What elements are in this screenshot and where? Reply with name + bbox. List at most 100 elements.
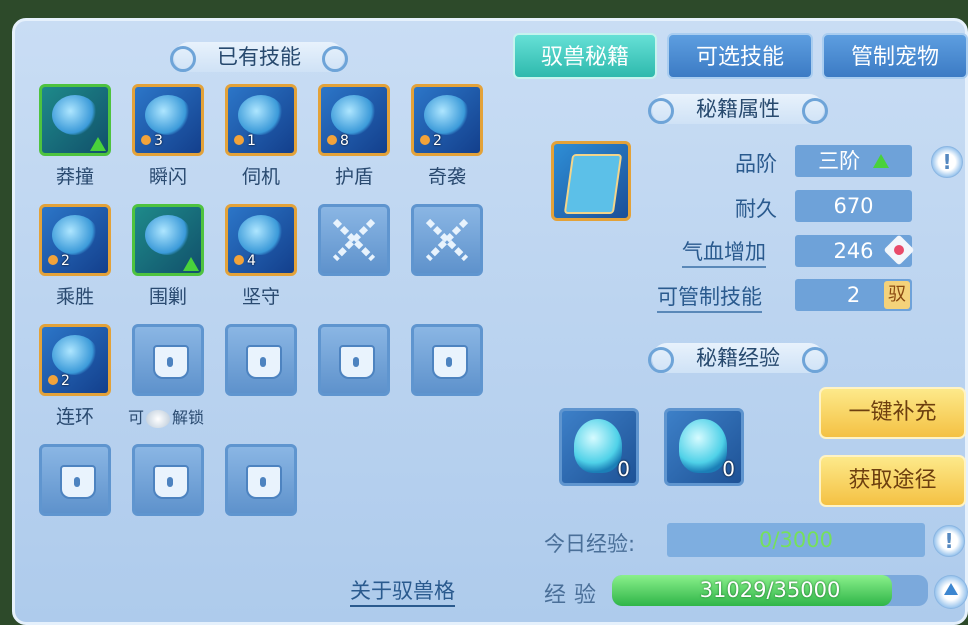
rank-value-box: 三阶 (795, 145, 912, 177)
locked-slot[interactable] (225, 444, 297, 516)
skill-emblem-icon (424, 95, 470, 135)
chain-lock-icon (332, 218, 376, 262)
tab-controlled-pets[interactable]: 管制宠物 (822, 33, 968, 79)
skill-emblem-icon (331, 95, 377, 135)
skill-slot[interactable]: 2 (39, 324, 111, 396)
skill-level-count: 2 (433, 133, 442, 149)
skill-count-badge: 2 (48, 250, 70, 269)
locked-slot[interactable] (411, 324, 483, 396)
skill-count-badge: 8 (327, 130, 349, 149)
owned-skills-title: 已有技能 (217, 45, 301, 69)
book-exp-title: 秘籍经验 (696, 346, 780, 370)
skill-emblem-icon (145, 95, 191, 135)
skill-slot[interactable]: 2 (411, 84, 483, 156)
hp-bonus-value: 246 (833, 239, 874, 263)
tab-optional-skills-label: 可选技能 (695, 45, 784, 70)
skill-name: 伺机 (241, 166, 280, 188)
skill-count-badge: 1 (234, 130, 256, 149)
control-badge-icon: 驭 (884, 281, 910, 309)
rank-value: 三阶 (818, 149, 861, 173)
skill-level-count: 3 (154, 133, 163, 149)
skill-name: 瞬闪 (148, 166, 187, 188)
unlock-suffix: 解锁 (172, 408, 205, 427)
today-exp-value: 0/3000 (667, 523, 925, 557)
book-exp-header: 秘籍经验 (648, 343, 828, 373)
lock-icon (432, 345, 468, 379)
locked-slot[interactable] (225, 324, 297, 396)
beast-book-icon[interactable] (551, 141, 631, 221)
hp-bonus-label[interactable]: 气血增加 (682, 236, 766, 268)
control-skills-label[interactable]: 可管制技能 (657, 281, 762, 313)
curl-ornament-right (802, 347, 828, 373)
skill-emblem-icon (238, 215, 284, 255)
locked-slot[interactable] (39, 444, 111, 516)
skill-emblem-icon (52, 335, 98, 375)
skill-name: 坚守 (241, 286, 280, 308)
exp-item-2[interactable]: 0 (664, 408, 744, 486)
paw-icon (327, 135, 337, 145)
skill-emblem-icon (238, 95, 284, 135)
locked-slot[interactable] (132, 324, 204, 396)
skill-slot[interactable] (39, 84, 111, 156)
unlock-prefix: 可 (128, 408, 145, 427)
skill-name: 莽撞 (55, 166, 94, 188)
hp-bonus-value-box: 246 (795, 234, 915, 267)
skill-slot[interactable]: 3 (132, 84, 204, 156)
skill-emblem-icon (52, 95, 98, 135)
skill-name: 奇袭 (427, 166, 466, 188)
skill-slot[interactable]: 4 (225, 204, 297, 276)
lock-icon (153, 465, 189, 499)
exp-progress-text: 31029/35000 (699, 578, 841, 602)
about-slots-link[interactable]: 关于驭兽格 (350, 575, 455, 607)
spirit-horse-icon (574, 419, 622, 473)
curl-ornament-right (802, 98, 828, 124)
silver-coin-icon (146, 409, 171, 428)
skill-slot[interactable]: 2 (39, 204, 111, 276)
control-skills-value: 2 (846, 283, 861, 307)
upgrade-arrow-icon (183, 257, 199, 271)
paw-icon (234, 255, 244, 265)
paw-icon (141, 135, 151, 145)
today-exp-label: 今日经验: (544, 532, 636, 556)
skill-count-badge: 2 (420, 130, 442, 149)
book-attr-title: 秘籍属性 (696, 97, 780, 121)
chained-slot[interactable] (411, 204, 483, 276)
book-pages-icon (563, 154, 623, 214)
skill-emblem-icon (145, 215, 191, 255)
skill-name: 连环 (55, 406, 94, 428)
durability-value: 670 (795, 190, 912, 222)
exp-upgrade-icon[interactable] (934, 575, 968, 609)
locked-slot[interactable] (132, 444, 204, 516)
tab-beast-book[interactable]: 驭兽秘籍 (513, 33, 657, 79)
refill-button[interactable]: 一键补充 (819, 387, 966, 439)
skill-count-badge: 3 (141, 130, 163, 149)
owned-skills-header: 已有技能 (170, 42, 348, 72)
skill-level-count: 2 (61, 373, 70, 389)
book-attr-header: 秘籍属性 (648, 94, 828, 124)
curl-ornament-left (648, 98, 674, 124)
tab-optional-skills[interactable]: 可选技能 (667, 33, 813, 79)
rank-info-icon[interactable]: ! (931, 146, 963, 178)
paw-icon (234, 135, 244, 145)
skill-level-count: 4 (247, 253, 256, 269)
obtain-source-button[interactable]: 获取途径 (819, 455, 966, 507)
skill-name: 围剿 (148, 286, 187, 308)
lock-icon (246, 465, 282, 499)
paw-icon (420, 135, 430, 145)
chained-slot[interactable] (318, 204, 390, 276)
curl-ornament-right (322, 46, 348, 72)
skill-slot[interactable]: 1 (225, 84, 297, 156)
exp-item-1[interactable]: 0 (559, 408, 639, 486)
chain-lock-icon (425, 218, 469, 262)
tab-beast-book-label: 驭兽秘籍 (540, 45, 629, 70)
skill-slot[interactable] (132, 204, 204, 276)
rank-label: 品阶 (735, 152, 777, 176)
locked-slot[interactable] (318, 324, 390, 396)
rank-up-arrow-icon (872, 154, 889, 168)
lock-icon (246, 345, 282, 379)
today-exp-info-icon[interactable]: ! (933, 525, 965, 557)
paw-icon (48, 255, 58, 265)
skill-slot[interactable]: 8 (318, 84, 390, 156)
curl-ornament-left (648, 347, 674, 373)
lock-icon (60, 465, 96, 499)
